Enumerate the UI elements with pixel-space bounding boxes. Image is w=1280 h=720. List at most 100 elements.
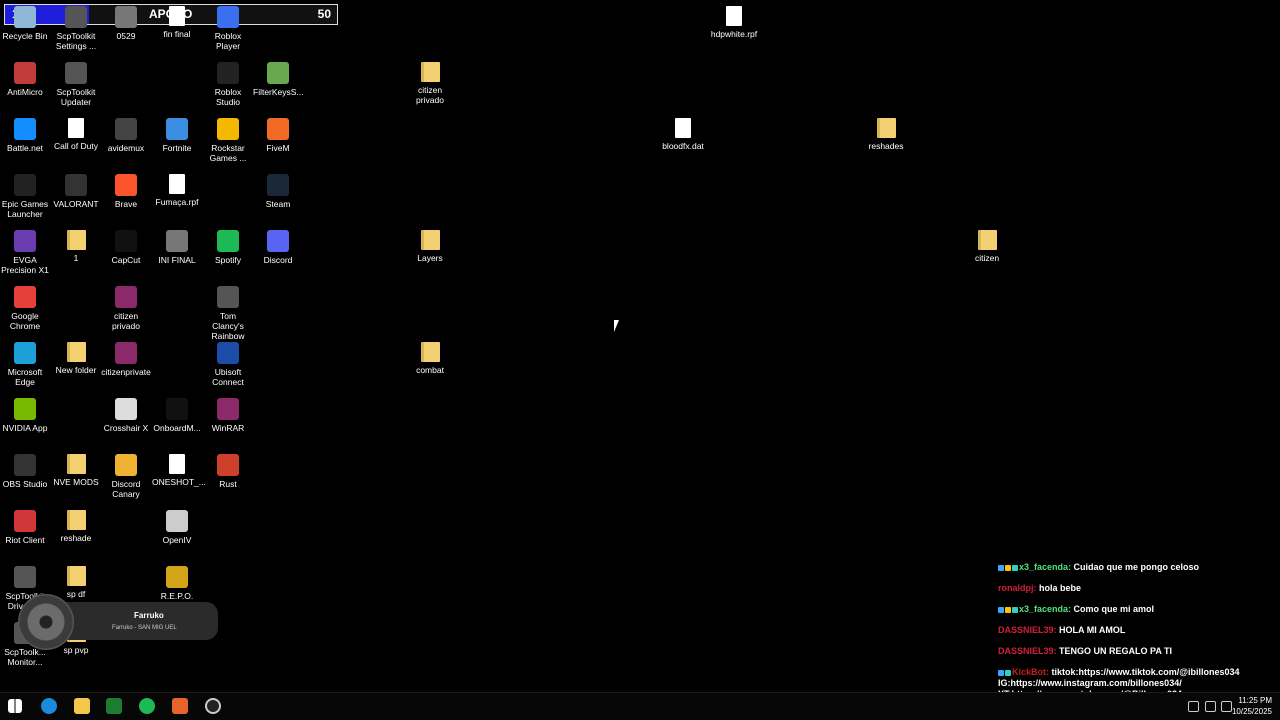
desktop-icon[interactable]: Epic Games Launcher — [0, 174, 50, 219]
desktop-icon-label: Spotify — [215, 255, 241, 265]
antimicro-icon — [14, 62, 36, 84]
desktop-icon[interactable]: Discord Canary — [101, 454, 151, 499]
desktop-icon[interactable]: ONESHOT_... — [152, 454, 206, 487]
desktop-icon[interactable]: ScpToolkit Updater — [51, 62, 101, 107]
desktop-icon[interactable]: Rockstar Games ... — [203, 118, 253, 163]
obs-taskbar-icon[interactable] — [205, 698, 221, 714]
microphone-icon[interactable] — [1188, 701, 1199, 712]
desktop-icon[interactable]: citizen privado — [405, 62, 455, 105]
desktop-icon[interactable]: Crosshair X — [101, 398, 151, 433]
spotify-icon — [217, 230, 239, 252]
goal-target-value: 50 — [317, 7, 331, 21]
desktop-icon[interactable]: ScpToolkit Settings ... — [51, 6, 101, 51]
start-button[interactable] — [8, 699, 22, 713]
desktop-icon-label: Fortnite — [162, 143, 192, 153]
desktop-icon[interactable]: reshade — [51, 510, 101, 543]
desktop-icon[interactable]: OBS Studio — [0, 454, 50, 489]
desktop-icon[interactable]: Recycle Bin — [0, 6, 50, 41]
file-explorer-taskbar-icon[interactable] — [74, 698, 90, 714]
desktop-icon[interactable]: OpenIV — [152, 510, 202, 545]
file-icon — [675, 118, 691, 138]
app-taskbar-icon[interactable] — [106, 698, 122, 714]
desktop-icon[interactable]: Spotify — [203, 230, 253, 265]
file-icon — [169, 454, 185, 474]
desktop-icon[interactable]: Roblox Studio — [203, 62, 253, 107]
desktop-icon[interactable]: Steam — [253, 174, 303, 209]
file-icon — [169, 174, 185, 194]
openiv-icon — [166, 510, 188, 532]
folder-icon — [420, 342, 440, 362]
desktop-icon[interactable]: Riot Client — [0, 510, 50, 545]
avidemux-icon — [115, 118, 137, 140]
chat-message: x3_facenda: Como que mi amol — [998, 604, 1276, 625]
desktop-icon[interactable]: fin final — [152, 6, 202, 39]
desktop-icon-label: citizen privado — [416, 85, 444, 105]
desktop-icon[interactable]: INI FINAL — [152, 230, 202, 265]
folder-icon — [977, 230, 997, 250]
desktop-icon-label: ScpToolkit Updater — [56, 87, 96, 107]
desktop-icon[interactable]: OnboardM... — [152, 398, 202, 433]
folder-icon — [420, 62, 440, 82]
chrome-icon — [14, 286, 36, 308]
capcut-icon — [115, 230, 137, 252]
folder-icon — [66, 566, 86, 586]
desktop-icon[interactable]: Discord — [253, 230, 303, 265]
network-icon[interactable] — [1205, 701, 1216, 712]
desktop-icon[interactable]: VALORANT — [51, 174, 101, 209]
desktop-icon-label: Epic Games Launcher — [1, 199, 49, 219]
desktop-icon[interactable]: Microsoft Edge — [0, 342, 50, 387]
desktop-icon[interactable]: 1 — [51, 230, 101, 263]
volume-icon[interactable] — [1221, 701, 1232, 712]
scptoolkit-icon — [14, 566, 36, 588]
desktop-icon[interactable]: NVIDIA App — [0, 398, 50, 433]
desktop-icon[interactable]: NVE MODS — [51, 454, 101, 487]
desktop-icon-label: Fumaça.rpf — [155, 197, 199, 207]
desktop-icon[interactable]: Fumaça.rpf — [152, 174, 202, 207]
desktop-icon[interactable]: hdpwhite.rpf — [709, 6, 759, 39]
rust-icon — [217, 454, 239, 476]
desktop-icon[interactable]: Brave — [101, 174, 151, 209]
system-clock[interactable]: 11:25 PM 10/25/2025 — [1232, 695, 1272, 717]
desktop-icon[interactable]: bloodfx.dat — [658, 118, 708, 151]
desktop-icon[interactable]: sp df — [51, 566, 101, 599]
desktop-icon[interactable]: avidemux — [101, 118, 151, 153]
fivem-taskbar-icon[interactable] — [172, 698, 188, 714]
desktop-icon[interactable]: EVGA Precision X1 — [0, 230, 50, 275]
desktop-icon-label: reshade — [60, 533, 92, 543]
desktop-icon[interactable]: Battle.net — [0, 118, 50, 153]
desktop-icon[interactable]: 0529 — [101, 6, 151, 41]
file-icon — [68, 118, 84, 138]
desktop-icon[interactable]: Google Chrome — [0, 286, 50, 331]
desktop-icon[interactable]: WinRAR — [203, 398, 253, 433]
desktop-icon-label: citizenprivate — [101, 367, 151, 377]
desktop-icon[interactable]: FilterKeysS... — [253, 62, 304, 97]
desktop-icon-label: Rockstar Games ... — [209, 143, 247, 163]
desktop-icon[interactable]: CapCut — [101, 230, 151, 265]
desktop-icon[interactable]: Fortnite — [152, 118, 202, 153]
desktop-icon[interactable]: FiveM — [253, 118, 303, 153]
desktop-icon[interactable]: Ubisoft Connect — [203, 342, 253, 387]
desktop-icon[interactable]: R.E.P.O. — [152, 566, 202, 601]
desktop-icon[interactable]: citizen privado — [101, 286, 151, 331]
desktop-icon[interactable]: reshades — [861, 118, 911, 151]
desktop-icon-label: CapCut — [111, 255, 141, 265]
desktop-icon-label: Steam — [265, 199, 291, 209]
desktop-icon-label: bloodfx.dat — [662, 141, 704, 151]
desktop-icon[interactable]: AntiMicro — [0, 62, 50, 97]
desktop-icon-label: NVIDIA App — [2, 423, 48, 433]
edge-taskbar-icon[interactable] — [41, 698, 57, 714]
desktop-icon-label: FiveM — [266, 143, 290, 153]
desktop-icon[interactable]: Layers — [405, 230, 455, 263]
desktop-icon[interactable]: New folder — [51, 342, 101, 375]
recycle-bin-icon — [14, 6, 36, 28]
desktop-icon[interactable]: Roblox Player — [203, 6, 253, 51]
desktop-icon[interactable]: Call of Duty — [51, 118, 101, 151]
desktop-icon-label: Layers — [417, 253, 443, 263]
desktop-icon[interactable]: Rust — [203, 454, 253, 489]
desktop-icon-label: fin final — [163, 29, 191, 39]
obs-icon — [14, 454, 36, 476]
desktop-icon[interactable]: citizen — [962, 230, 1012, 263]
desktop-icon[interactable]: combat — [405, 342, 455, 375]
spotify-taskbar-icon[interactable] — [139, 698, 155, 714]
desktop-icon[interactable]: citizenprivate — [101, 342, 151, 377]
